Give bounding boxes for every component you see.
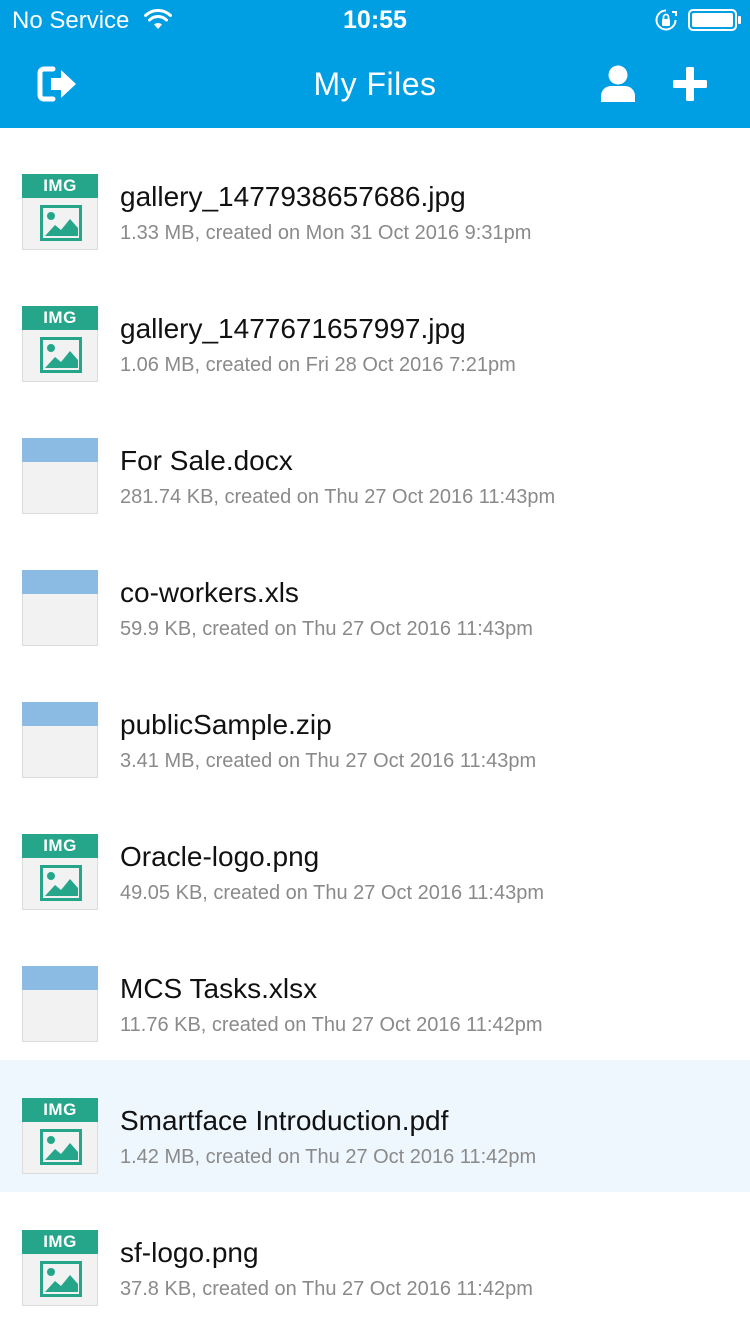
file-row[interactable]: IMG Oracle-logo.png 49.05 KB, created on…: [0, 796, 750, 928]
file-meta: 281.74 KB, created on Thu 27 Oct 2016 11…: [120, 486, 556, 508]
thumbnail-band: IMG: [22, 1098, 98, 1122]
file-thumbnail: [22, 702, 98, 778]
file-thumbnail: [22, 966, 98, 1042]
status-bar: No Service 10:55: [0, 0, 750, 40]
profile-icon: [601, 65, 635, 102]
profile-button[interactable]: [588, 54, 648, 114]
wifi-icon: [144, 9, 172, 29]
add-file-button[interactable]: [660, 54, 720, 114]
file-thumbnail: IMG: [22, 306, 98, 382]
thumbnail-band: [22, 570, 98, 594]
file-thumbnail: IMG: [22, 834, 98, 910]
file-name: publicSample.zip: [120, 709, 332, 740]
file-name: sf-logo.png: [120, 1237, 259, 1268]
thumbnail-band: IMG: [22, 174, 98, 198]
thumbnail-type-label: [22, 966, 98, 990]
file-meta: 37.8 KB, created on Thu 27 Oct 2016 11:4…: [120, 1278, 533, 1300]
thumbnail-band: IMG: [22, 1230, 98, 1254]
thumbnail-type-label: [22, 570, 98, 594]
thumbnail-type-label: [22, 438, 98, 462]
file-thumbnail: [22, 438, 98, 514]
file-name: Smartface Introduction.pdf: [120, 1105, 449, 1136]
file-meta: 1.06 MB, created on Fri 28 Oct 2016 7:21…: [120, 354, 516, 376]
image-icon: [40, 205, 82, 241]
file-thumbnail: [22, 570, 98, 646]
plus-icon: [673, 67, 707, 101]
logout-icon: [37, 66, 76, 102]
file-row[interactable]: IMG Smartface Introduction.pdf 1.42 MB, …: [0, 1060, 750, 1192]
lock-rotation-icon: [655, 9, 677, 31]
thumbnail-band: IMG: [22, 306, 98, 330]
thumbnail-type-label: IMG: [43, 836, 77, 855]
file-row[interactable]: IMG sf-logo.png 37.8 KB, created on Thu …: [0, 1192, 750, 1324]
file-name: gallery_1477671657997.jpg: [120, 313, 466, 344]
file-list: IMG gallery_1477938657686.jpg 1.33 MB, c…: [0, 128, 750, 1334]
navigation-bar: My Files: [0, 40, 750, 128]
file-name: gallery_1477938657686.jpg: [120, 181, 466, 212]
file-row[interactable]: For Sale.docx 281.74 KB, created on Thu …: [0, 400, 750, 532]
file-meta: 3.41 MB, created on Thu 27 Oct 2016 11:4…: [120, 750, 537, 772]
header: No Service 10:55 My Files: [0, 0, 750, 128]
file-row[interactable]: MCS Tasks.xlsx 11.76 KB, created on Thu …: [0, 928, 750, 1060]
file-row[interactable]: co-workers.xls 59.9 KB, created on Thu 2…: [0, 532, 750, 664]
carrier-label: No Service: [12, 7, 130, 34]
file-meta: 1.42 MB, created on Thu 27 Oct 2016 11:4…: [120, 1146, 537, 1168]
file-meta: 1.33 MB, created on Mon 31 Oct 2016 9:31…: [120, 222, 532, 244]
file-row[interactable]: IMG gallery_1477671657997.jpg 1.06 MB, c…: [0, 268, 750, 400]
app-screen: No Service 10:55 My Files IMG gallery_14…: [0, 0, 750, 1334]
thumbnail-band: [22, 966, 98, 990]
battery-icon: [688, 9, 741, 31]
file-row[interactable]: publicSample.zip 3.41 MB, created on Thu…: [0, 664, 750, 796]
thumbnail-band: [22, 438, 98, 462]
image-icon: [40, 1129, 82, 1165]
thumbnail-type-label: IMG: [43, 308, 77, 327]
file-name: co-workers.xls: [120, 577, 299, 608]
file-meta: 11.76 KB, created on Thu 27 Oct 2016 11:…: [120, 1014, 543, 1036]
logout-button[interactable]: [28, 54, 88, 114]
file-name: For Sale.docx: [120, 445, 293, 476]
thumbnail-type-label: IMG: [43, 176, 77, 195]
file-meta: 49.05 KB, created on Thu 27 Oct 2016 11:…: [120, 882, 544, 904]
thumbnail-type-label: [22, 702, 98, 726]
file-name: MCS Tasks.xlsx: [120, 973, 318, 1004]
file-name: Oracle-logo.png: [120, 841, 320, 872]
thumbnail-type-label: IMG: [43, 1232, 77, 1251]
thumbnail-band: [22, 702, 98, 726]
file-thumbnail: IMG: [22, 1230, 98, 1306]
thumbnail-type-label: IMG: [43, 1100, 77, 1119]
image-icon: [40, 1261, 82, 1297]
image-icon: [40, 337, 82, 373]
file-meta: 59.9 KB, created on Thu 27 Oct 2016 11:4…: [120, 618, 533, 640]
thumbnail-band: IMG: [22, 834, 98, 858]
file-thumbnail: IMG: [22, 1098, 98, 1174]
file-row[interactable]: IMG gallery_1477938657686.jpg 1.33 MB, c…: [0, 136, 750, 268]
image-icon: [40, 865, 82, 901]
file-thumbnail: IMG: [22, 174, 98, 250]
